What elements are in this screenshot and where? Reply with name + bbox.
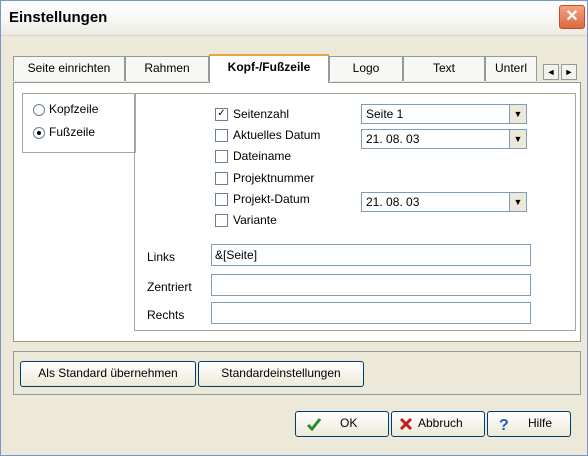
tab-logo[interactable]: Logo — [329, 56, 403, 81]
chevron-down-icon[interactable]: ▼ — [509, 105, 526, 123]
checkbox-variante-label: Variante — [233, 213, 277, 227]
tab-panel-kopf-fusszeile: Kopfzeile Fußzeile ✓ Seitenzahl Seite 1 … — [13, 82, 581, 342]
combo-seitenzahl[interactable]: Seite 1 ▼ — [361, 104, 527, 124]
checkbox-variante-box[interactable] — [215, 214, 228, 227]
defaults-group: Als Standard übernehmen Standardeinstell… — [13, 351, 581, 395]
radio-fusszeile-label: Fußzeile — [49, 125, 96, 139]
tab-unterl[interactable]: Unterl — [485, 56, 537, 81]
tab-strip: Seite einrichten Rahmen Kopf-/Fußzeile L… — [13, 54, 581, 83]
radio-kopfzeile-dot[interactable] — [33, 104, 45, 116]
tab-seite-einrichten[interactable]: Seite einrichten — [13, 56, 125, 81]
radio-fusszeile[interactable]: Fußzeile — [33, 125, 133, 141]
x-icon — [399, 417, 413, 431]
checkbox-dateiname-label: Dateiname — [233, 149, 292, 163]
title-bar[interactable]: Einstellungen ✕ — [1, 1, 587, 36]
checkbox-aktuelles-datum-label: Aktuelles Datum — [233, 128, 321, 142]
label-zentriert: Zentriert — [147, 280, 192, 294]
tab-scroll-left-icon[interactable]: ◄ — [543, 64, 559, 80]
combo-projekt-datum[interactable]: 21. 08. 03 ▼ — [361, 192, 527, 212]
zentriert-input[interactable] — [211, 274, 531, 296]
combo-projekt-datum-value: 21. 08. 03 — [366, 195, 420, 209]
tab-scroll-right-icon[interactable]: ► — [561, 64, 577, 80]
radio-kopfzeile-label: Kopfzeile — [49, 102, 99, 116]
content-group: ✓ Seitenzahl Seite 1 ▼ Aktuelles Datum 2… — [134, 93, 576, 331]
tab-kopf-fusszeile[interactable]: Kopf-/Fußzeile — [209, 54, 329, 83]
hilfe-button[interactable]: ? Hilfe — [487, 411, 571, 437]
label-links: Links — [147, 250, 176, 264]
standardeinstellungen-button[interactable]: Standardeinstellungen — [198, 361, 364, 387]
checkbox-projekt-datum-box[interactable] — [215, 193, 228, 206]
checkmark-icon — [306, 418, 322, 432]
help-icon: ? — [499, 417, 509, 432]
abbruch-button[interactable]: Abbruch — [391, 411, 485, 437]
links-input-value: &[Seite] — [215, 248, 258, 262]
combo-aktuelles-datum[interactable]: 21. 08. 03 ▼ — [361, 129, 527, 149]
position-group: Kopfzeile Fußzeile — [22, 93, 136, 153]
checkbox-aktuelles-datum-box[interactable] — [215, 129, 228, 142]
settings-dialog: Einstellungen ✕ Seite einrichten Rahmen … — [0, 0, 588, 456]
radio-kopfzeile[interactable]: Kopfzeile — [33, 102, 133, 118]
checkbox-projekt-datum-label: Projekt-Datum — [233, 192, 310, 206]
checkbox-projektnummer-label: Projektnummer — [233, 171, 315, 185]
ok-label: OK — [340, 416, 358, 430]
rechts-input[interactable] — [211, 302, 531, 324]
tab-text[interactable]: Text — [403, 56, 485, 81]
hilfe-label: Hilfe — [528, 416, 553, 430]
window-title: Einstellungen — [9, 9, 108, 26]
chevron-down-icon[interactable]: ▼ — [509, 193, 526, 211]
chevron-down-icon[interactable]: ▼ — [509, 130, 526, 148]
ok-button[interactable]: OK — [295, 411, 389, 437]
checkbox-projektnummer-box[interactable] — [215, 172, 228, 185]
als-standard-button[interactable]: Als Standard übernehmen — [20, 361, 196, 387]
combo-seitenzahl-value: Seite 1 — [366, 107, 404, 121]
combo-aktuelles-datum-value: 21. 08. 03 — [366, 132, 420, 146]
abbruch-label: Abbruch — [418, 416, 463, 430]
links-input[interactable]: &[Seite] — [211, 244, 531, 266]
label-rechts: Rechts — [147, 308, 185, 322]
checkbox-dateiname-box[interactable] — [215, 150, 228, 163]
checkbox-seitenzahl-label: Seitenzahl — [233, 107, 290, 121]
radio-fusszeile-dot[interactable] — [33, 127, 45, 139]
tab-rahmen[interactable]: Rahmen — [125, 56, 209, 81]
close-button[interactable]: ✕ — [559, 5, 585, 29]
svg-text:?: ? — [499, 417, 509, 432]
checkbox-seitenzahl-box[interactable]: ✓ — [215, 108, 228, 121]
